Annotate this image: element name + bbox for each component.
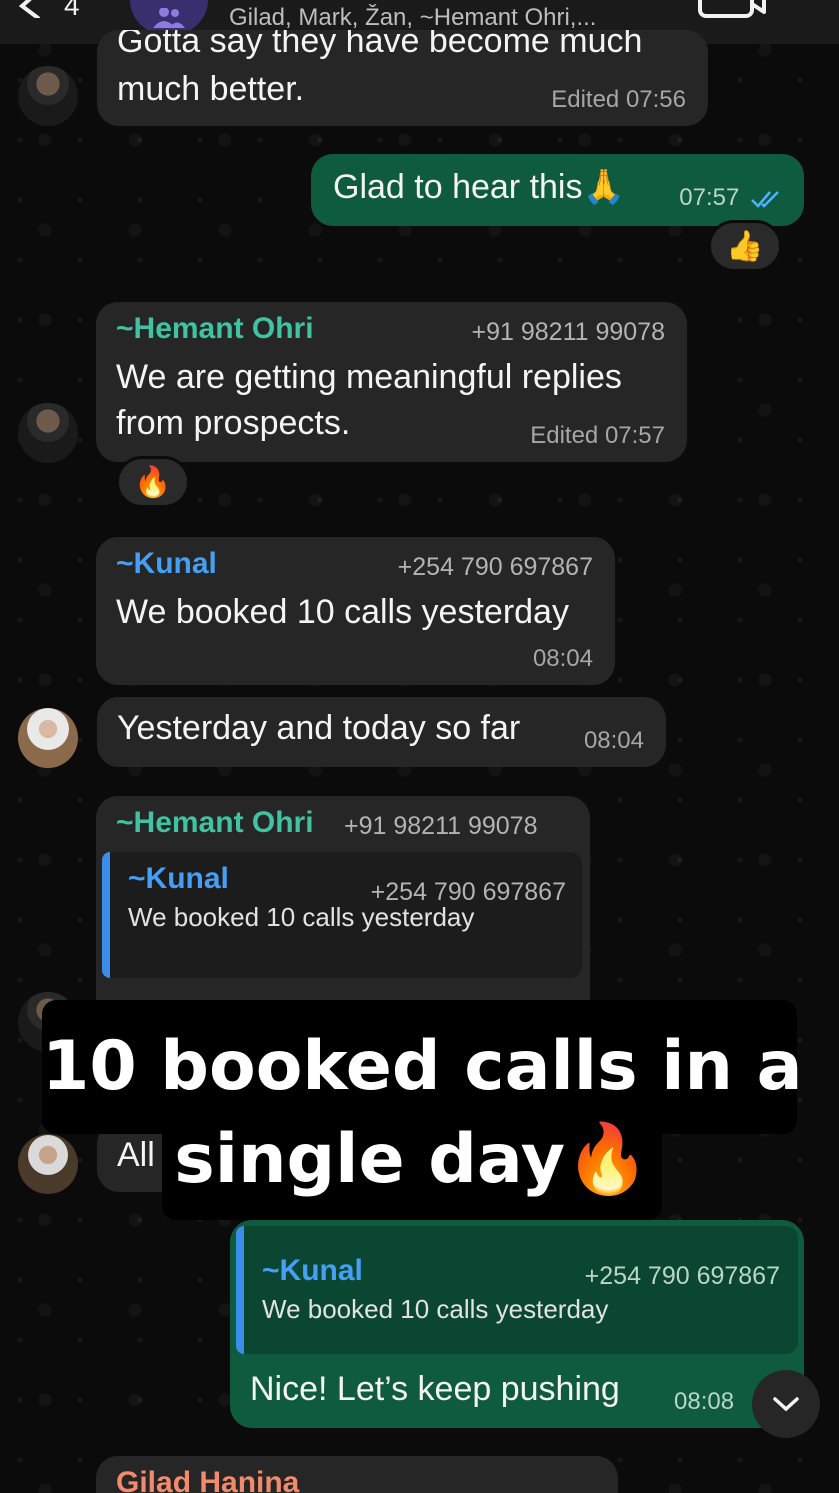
message-text: Yesterday and today so far xyxy=(117,709,521,747)
sender-avatar[interactable] xyxy=(18,708,78,768)
sender-phone: +91 98211 99078 xyxy=(344,812,538,840)
reaction-badge[interactable]: 👍 xyxy=(708,220,782,272)
message-text: Glad to hear this🙏 xyxy=(333,168,625,206)
message-text: We booked 10 calls yesterday xyxy=(116,593,569,631)
quoted-phone: +254 790 697867 xyxy=(370,878,566,906)
read-receipt-icon xyxy=(751,190,779,208)
quoted-text: We booked 10 calls yesterday xyxy=(262,1294,609,1324)
scroll-down-button[interactable] xyxy=(752,1370,820,1438)
message-bubble[interactable]: ~Hemant Ohri +91 98211 99078 ~Kunal +254… xyxy=(96,796,590,1026)
message-text: Nice! Let’s keep pushing xyxy=(250,1370,620,1408)
sender-name[interactable]: ~Hemant Ohri xyxy=(116,312,314,346)
sender-avatar[interactable] xyxy=(18,66,78,126)
sender-name[interactable]: ~Hemant Ohri xyxy=(116,806,314,840)
chevron-down-icon xyxy=(773,1397,799,1412)
sender-phone: +254 790 697867 xyxy=(397,553,593,581)
sender-avatar[interactable] xyxy=(18,403,78,463)
message-bubble[interactable]: ~Kunal +254 790 697867 We booked 10 call… xyxy=(96,537,615,685)
message-time: 08:08 xyxy=(674,1388,735,1415)
outgoing-message-bubble[interactable]: ~Kunal +254 790 697867 We booked 10 call… xyxy=(230,1220,804,1428)
message-time: 07:57 xyxy=(679,184,740,211)
caption-line: single day🔥 xyxy=(162,1110,662,1220)
quoted-message[interactable]: ~Kunal +254 790 697867 We booked 10 call… xyxy=(102,852,582,978)
sender-phone: +91 98211 99078 xyxy=(471,318,665,346)
quoted-phone: +254 790 697867 xyxy=(584,1262,780,1290)
reaction-badge[interactable]: 🔥 xyxy=(116,456,190,508)
message-bubble[interactable]: Gotta say they have become much much bet… xyxy=(97,30,708,126)
message-meta: 07:57 xyxy=(679,184,784,212)
message-bubble[interactable]: ~Hemant Ohri +91 98211 99078 We are gett… xyxy=(96,302,687,462)
sender-avatar[interactable] xyxy=(18,1134,78,1194)
message-text: We are getting meaningful replies xyxy=(116,358,622,396)
message-time: 08:04 xyxy=(583,727,644,754)
message-text: from prospects. xyxy=(116,404,351,442)
sender-name[interactable]: ~Kunal xyxy=(116,547,217,581)
message-bubble[interactable]: Yesterday and today so far 08:04 xyxy=(97,697,666,767)
sender-name[interactable]: Gilad Hanina xyxy=(116,1466,299,1493)
message-bubble[interactable]: Gilad Hanina xyxy=(96,1456,618,1493)
message-time: 08:04 xyxy=(532,645,593,672)
message-text: All xyxy=(117,1136,155,1174)
outgoing-message-bubble[interactable]: Glad to hear this🙏 07:57 xyxy=(311,154,804,226)
quoted-message[interactable]: ~Kunal +254 790 697867 We booked 10 call… xyxy=(236,1226,798,1354)
message-meta: Edited 07:57 xyxy=(530,422,665,449)
message-text: much better. xyxy=(117,70,305,108)
message-meta: Edited 07:56 xyxy=(551,86,686,113)
